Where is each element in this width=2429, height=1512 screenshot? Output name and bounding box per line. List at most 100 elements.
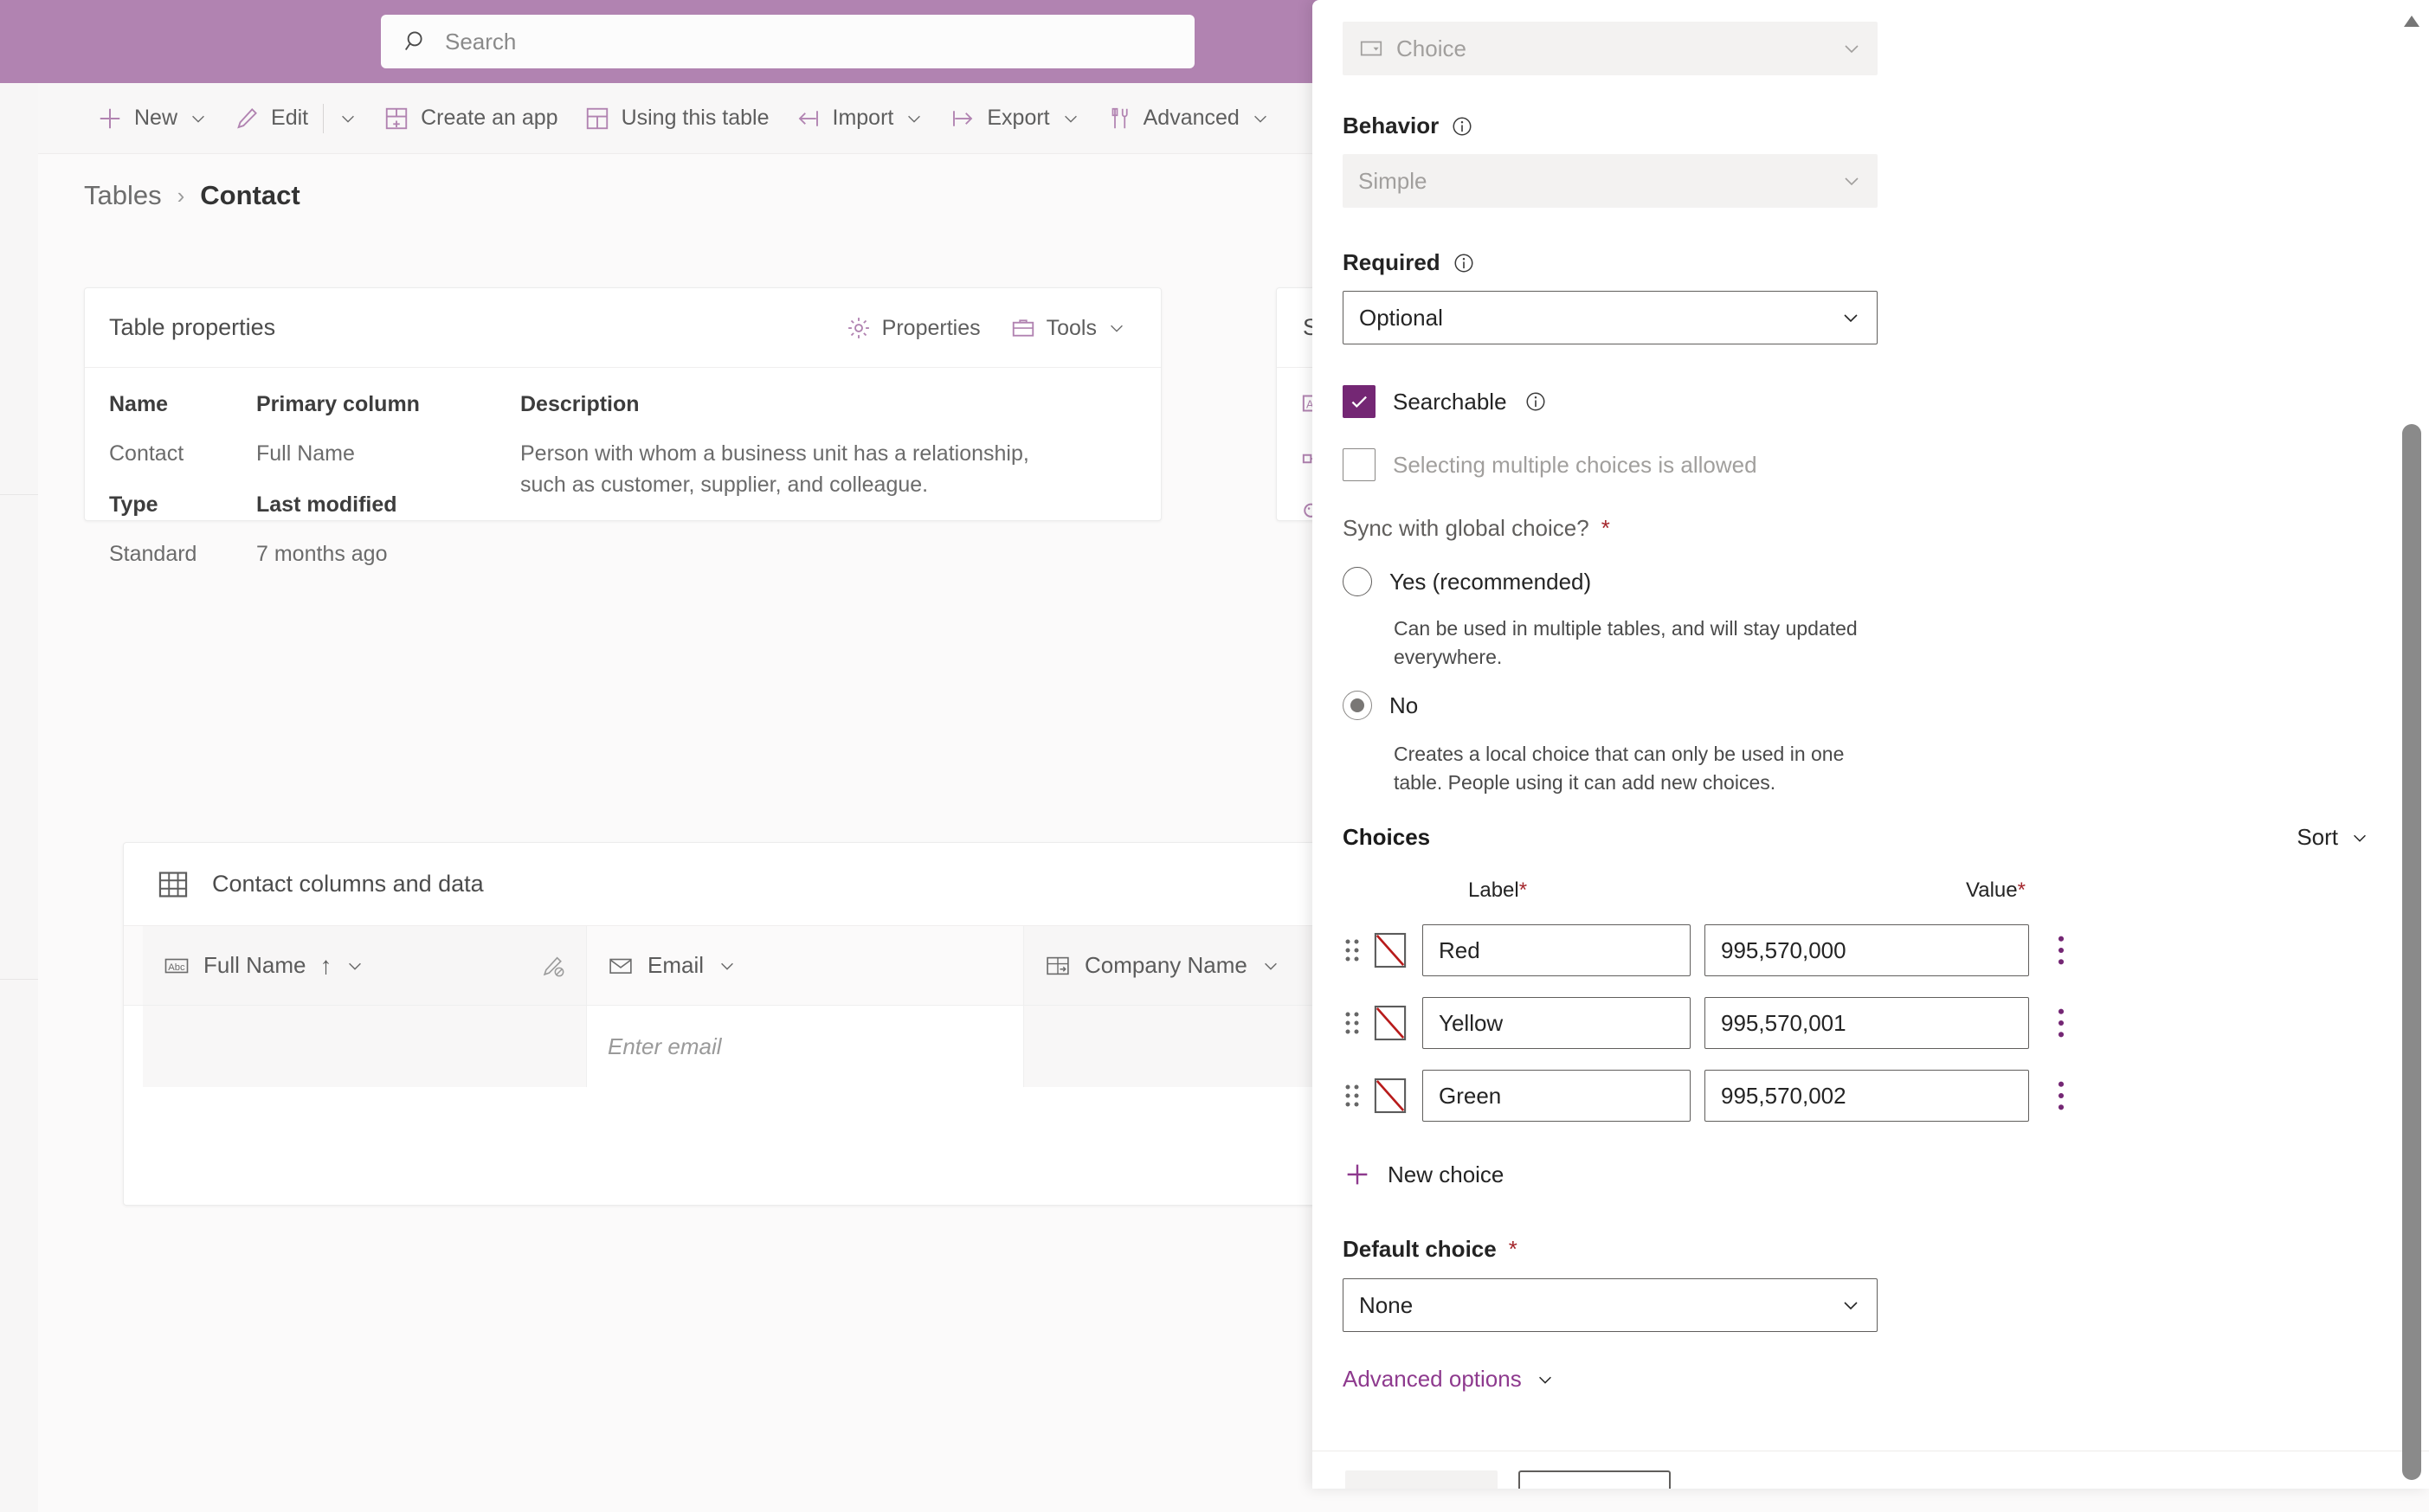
properties-button[interactable]: Properties (834, 302, 993, 354)
multi-select-checkbox-row[interactable]: Selecting multiple choices is allowed (1343, 448, 1757, 481)
envelope-icon (609, 958, 632, 974)
required-dropdown[interactable]: Optional (1343, 291, 1878, 344)
choice-value-text: 995,570,001 (1721, 1009, 1846, 1036)
sort-label: Sort (2297, 824, 2338, 850)
command-edit[interactable]: Edit (221, 83, 370, 154)
behavior-value: Simple (1358, 167, 1427, 194)
svg-text:Abc: Abc (168, 962, 185, 973)
choice-value-input[interactable]: 995,570,002 (1704, 1070, 2029, 1122)
chevron-down-icon[interactable] (1840, 307, 1861, 328)
command-new[interactable]: New (84, 83, 221, 154)
command-separator (323, 103, 325, 133)
choice-value-input[interactable]: 995,570,001 (1704, 997, 2029, 1049)
chevron-down-icon[interactable] (1261, 956, 1280, 975)
drag-handle-icon[interactable] (1343, 937, 1362, 963)
more-options-icon[interactable] (2055, 1007, 2067, 1039)
pencil-icon (237, 107, 257, 128)
global-search[interactable]: Search (381, 15, 1195, 68)
data-grid-column-full-name: Abc Full Name ↑ (143, 926, 587, 1087)
searchable-checkbox-row[interactable]: Searchable (1343, 385, 1547, 418)
sync-global-option-yes[interactable]: Yes (recommended) (1343, 567, 1591, 596)
new-choice-button[interactable]: New choice (1343, 1160, 1504, 1189)
choice-value-input[interactable]: 995,570,000 (1704, 924, 2029, 976)
lookup-icon (1047, 956, 1069, 975)
sync-global-option-yes-description: Can be used in multiple tables, and will… (1394, 617, 1858, 669)
new-choice-label: New choice (1388, 1161, 1504, 1187)
choice-label-input[interactable]: Red (1422, 924, 1691, 976)
breadcrumb-tables[interactable]: Tables (84, 180, 162, 211)
command-export[interactable]: Export (937, 83, 1092, 154)
chevron-down-icon[interactable] (338, 109, 358, 128)
chevron-down-icon (2354, 834, 2366, 842)
edit-disabled-icon[interactable] (541, 954, 565, 978)
toolbox-icon (1012, 319, 1034, 337)
table-properties-header: Table properties Properties Tools (85, 288, 1161, 368)
advanced-options-toggle[interactable]: Advanced options (1343, 1366, 1555, 1393)
choice-label-input[interactable]: Yellow (1422, 997, 1691, 1049)
multi-select-checkbox[interactable] (1343, 448, 1376, 481)
search-input[interactable]: Search (445, 29, 516, 55)
sync-global-option-no[interactable]: No (1343, 691, 1418, 720)
chevron-down-icon[interactable] (1841, 38, 1862, 59)
behavior-dropdown[interactable]: Simple (1343, 154, 1878, 208)
left-nav-rail (0, 83, 38, 1512)
command-advanced[interactable]: Advanced (1093, 83, 1283, 154)
drag-handle-icon[interactable] (1343, 1010, 1362, 1036)
required-asterisk: * (1601, 515, 1610, 541)
sort-button[interactable]: Sort (2297, 824, 2369, 851)
scrollbar-thumb[interactable] (2402, 424, 2421, 1480)
more-options-icon[interactable] (2055, 934, 2067, 967)
chevron-down-icon[interactable] (1107, 318, 1126, 338)
panel-scrollbar[interactable] (2400, 0, 2424, 1489)
column-header-email[interactable]: Email (587, 926, 1023, 1006)
column-header-full-name[interactable]: Abc Full Name ↑ (143, 926, 586, 1006)
save-button[interactable] (1345, 1470, 1498, 1489)
command-using-this-table[interactable]: Using this table (571, 83, 783, 154)
scroll-up-arrow-icon[interactable] (2401, 12, 2422, 29)
command-import[interactable]: Import (783, 83, 937, 154)
data-grid-cell-full-name[interactable] (143, 1006, 586, 1087)
no-color-icon[interactable] (1374, 1004, 1407, 1042)
sync-global-option-no-description: Creates a local choice that can only be … (1394, 743, 1845, 795)
cancel-button[interactable] (1518, 1470, 1671, 1489)
tools-button[interactable]: Tools (998, 302, 1138, 354)
info-icon[interactable] (1451, 115, 1473, 138)
chevron-down-icon[interactable] (189, 109, 208, 128)
info-icon[interactable] (1524, 390, 1547, 413)
search-icon (404, 31, 422, 51)
more-options-icon[interactable] (2055, 1079, 2067, 1112)
radio-selected-icon[interactable] (1343, 691, 1372, 720)
radio-unselected-icon[interactable] (1343, 567, 1372, 596)
chevron-down-icon[interactable] (345, 956, 364, 975)
chevron-down-icon[interactable] (905, 109, 924, 128)
choice-label-input[interactable]: Green (1422, 1070, 1691, 1122)
column-properties-panel: Choice Behavior Simple Required Optional… (1312, 0, 2429, 1489)
no-color-icon[interactable] (1374, 1077, 1407, 1115)
choice-value-text: 995,570,002 (1721, 1082, 1846, 1109)
chevron-down-icon[interactable] (1061, 109, 1080, 128)
choices-title: Choices (1343, 824, 1431, 850)
app-grid-plus-icon (385, 107, 408, 129)
chevron-down-icon[interactable] (1251, 109, 1270, 128)
info-icon[interactable] (1453, 252, 1475, 274)
abc-text-icon: Abc (164, 958, 189, 973)
radio-label: Yes (recommended) (1389, 568, 1592, 595)
checkmark-icon (1351, 396, 1367, 409)
searchable-checkbox[interactable] (1343, 385, 1376, 418)
no-color-icon[interactable] (1374, 931, 1407, 969)
chevron-down-icon[interactable] (718, 956, 737, 975)
chevron-down-icon[interactable] (1841, 171, 1862, 191)
drag-handle-icon[interactable] (1343, 1083, 1362, 1109)
data-type-dropdown[interactable]: Choice (1343, 22, 1878, 75)
properties-column-3: Description Person with whom a business … (520, 392, 1074, 592)
choice-row: Red 995,570,000 (1343, 924, 2067, 976)
behavior-label: Behavior (1343, 113, 1473, 139)
command-create-an-app[interactable]: Create an app (370, 83, 570, 154)
data-grid-cell-email[interactable]: Enter email (587, 1006, 1023, 1087)
column-label: Full Name (203, 952, 306, 978)
chevron-down-icon[interactable] (1840, 1295, 1861, 1316)
choice-value-text: 995,570,000 (1721, 936, 1846, 963)
column-header-text: Label (1468, 878, 1519, 902)
default-choice-dropdown[interactable]: None (1343, 1278, 1878, 1332)
choice-row: Yellow 995,570,001 (1343, 997, 2067, 1049)
